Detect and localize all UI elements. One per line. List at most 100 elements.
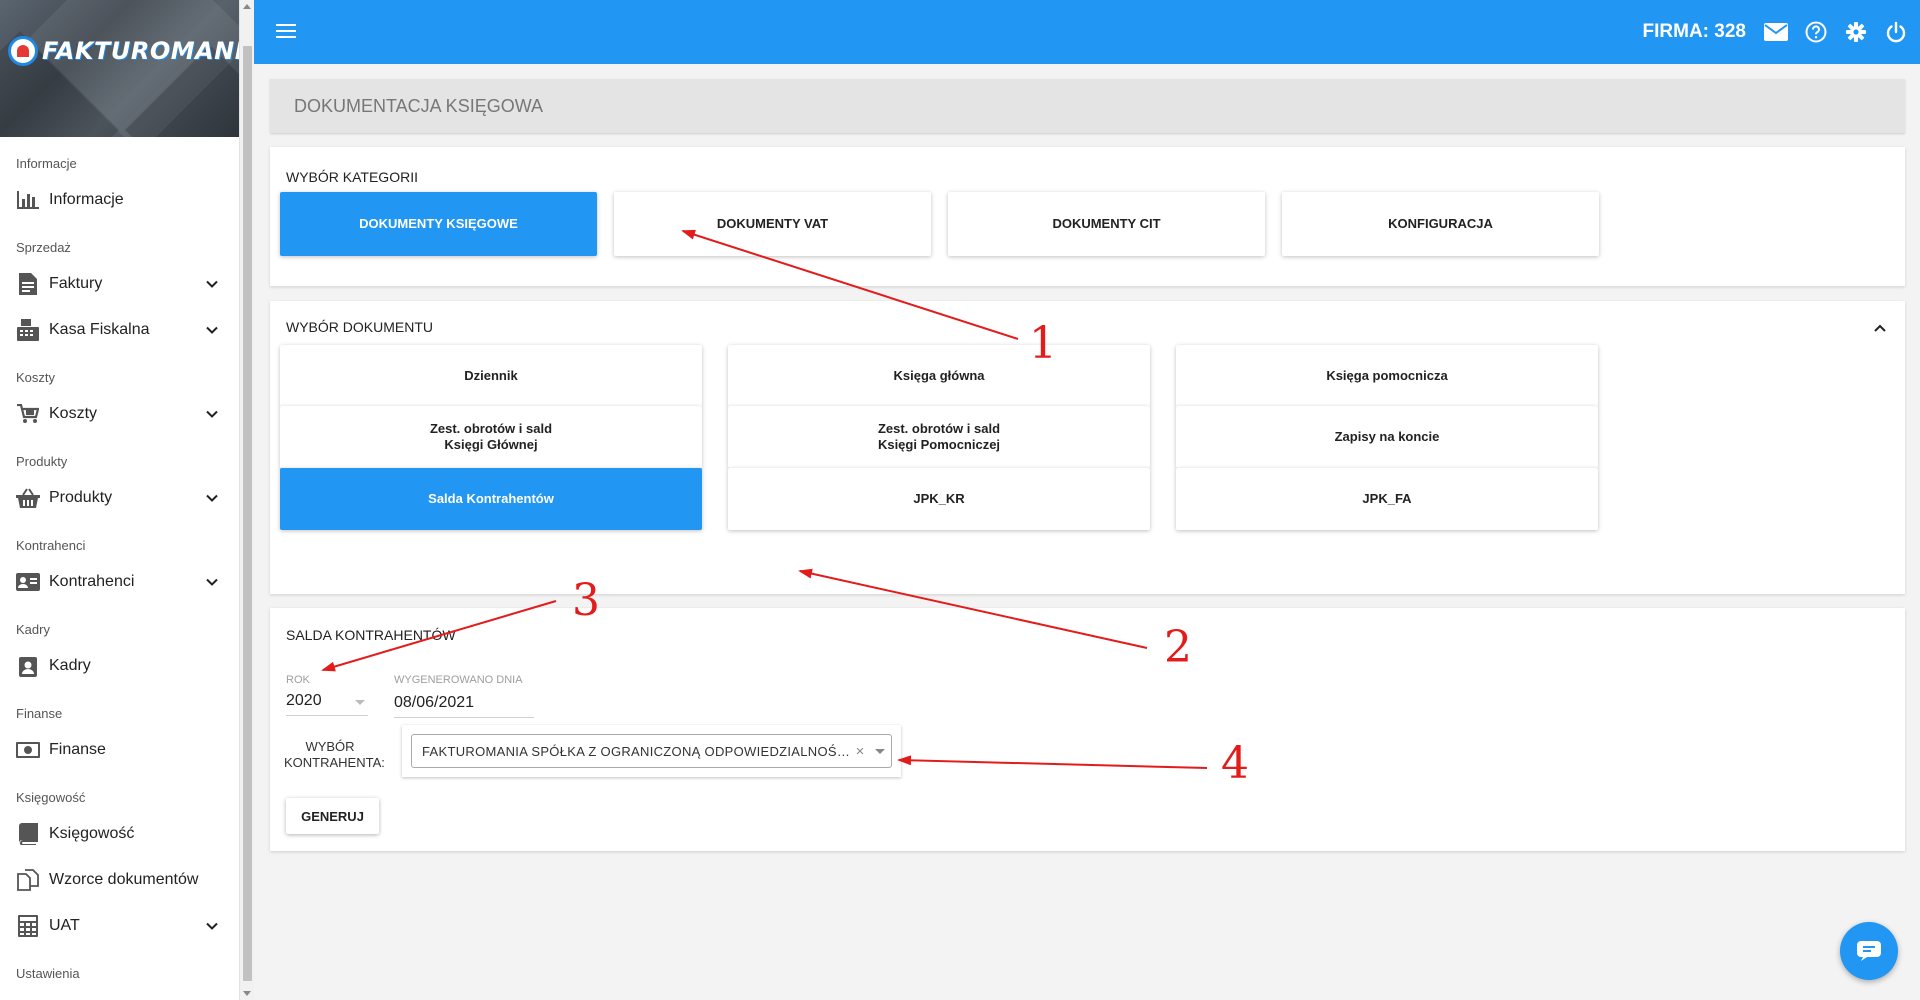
page-title: DOKUMENTACJA KSIĘGOWA [270,79,1905,133]
calculator-icon [15,915,41,937]
category-card: WYBÓR KATEGORII DOKUMENTY KSIĘGOWE DOKUME… [270,147,1905,286]
chevron-down-icon[interactable] [205,575,219,589]
logo-banner: FAKTUROMANIA [0,0,239,137]
generated-date-underline [394,717,534,718]
logo-text: FAKTUROMANIA [42,37,239,65]
annotation-number-3: 3 [572,575,600,626]
sidebar-item-label: Księgowość [49,825,135,842]
sidebar-scrollbar[interactable] [239,0,254,1000]
sidebar-item-label: Koszty [49,405,98,422]
scroll-up-arrow-icon[interactable] [243,4,251,9]
money-icon [15,739,41,761]
sidebar-item-faktury[interactable]: Faktury [0,261,239,307]
sidebar-section-informacje: Informacje [16,156,77,171]
gear-icon[interactable] [1842,18,1870,46]
sidebar-section-finanse: Finanse [16,706,63,721]
book-icon [15,823,41,845]
sidebar-item-finanse[interactable]: Finanse [0,727,239,773]
sidebar-section-koszty: Koszty [16,370,56,385]
company-indicator: FIRMA: 328 [1642,21,1746,42]
category-tile-konfiguracja[interactable]: KONFIGURACJA [1282,192,1599,256]
logo[interactable]: FAKTUROMANIA [8,36,239,66]
chat-widget-button[interactable] [1840,922,1898,980]
contractor-select[interactable]: FAKTUROMANIA SPÓŁKA Z OGRANICZONĄ ODPOWI… [411,734,892,768]
year-label: ROK [286,674,310,686]
sidebar-item-label: UAT [49,917,80,934]
document-tile-zest-obrotow-i-sald-ksiegi-pomocniczej[interactable]: Zest. obrotów i sald Księgi Pomocniczej [728,406,1150,468]
document-tile-jpk-kr[interactable]: JPK_KR [728,468,1150,530]
chevron-up-icon[interactable] [1873,321,1887,335]
chevron-down-icon[interactable] [205,277,219,291]
year-select[interactable]: 2020 [286,692,322,710]
help-icon[interactable] [1802,18,1830,46]
sidebar-item-informacje[interactable]: Informacje [0,177,239,223]
mail-icon[interactable] [1762,18,1790,46]
sidebar-item-label: Informacje [49,191,124,208]
contractor-select-value: FAKTUROMANIA SPÓŁKA Z OGRANICZONĄ ODPOWI… [422,743,851,759]
chevron-down-icon[interactable] [205,491,219,505]
chevron-down-icon[interactable] [355,700,365,705]
document-card-title: WYBÓR DOKUMENTU [286,319,433,335]
category-tile-dokumenty-vat[interactable]: DOKUMENTY VAT [614,192,931,256]
chevron-down-icon[interactable] [205,407,219,421]
scroll-down-arrow-icon[interactable] [243,991,251,996]
chat-bubble-icon [1857,941,1881,961]
sidebar-nav: Informacje Informacje Sprzedaż Faktury Kasa … [0,137,239,1000]
sidebar-section-ksiegowosc: Księgowość [16,790,86,805]
person-badge-icon [15,655,41,677]
sidebar-item-kasa-fiskalna[interactable]: Kasa Fiskalna [0,307,239,353]
generated-date-field[interactable]: 08/06/2021 [394,694,474,712]
sidebar-item-wzorce-dokumentow[interactable]: Wzorce dokumentów [0,857,239,903]
sidebar-item-koszty[interactable]: Koszty [0,391,239,437]
chevron-down-icon[interactable] [205,919,219,933]
sidebar-section-produkty: Produkty [16,454,68,469]
contractor-select-wrapper: FAKTUROMANIA SPÓŁKA Z OGRANICZONĄ ODPOWI… [402,725,901,777]
sidebar-item-label: Wzorce dokumentów [49,871,199,888]
category-tile-dokumenty-ksiegowe[interactable]: DOKUMENTY KSIĘGOWE [280,192,597,256]
generate-button[interactable]: GENERUJ [286,798,379,834]
sidebar-item-ustawienia[interactable]: Ustawienia [0,987,239,1000]
menu-icon[interactable] [276,22,296,40]
sidebar-item-label: Kontrahenci [49,573,135,590]
category-tile-dokumenty-cit[interactable]: DOKUMENTY CIT [948,192,1265,256]
sidebar-section-kontrahenci: Kontrahenci [16,538,86,553]
logo-mark-icon [8,36,38,66]
document-tile-ksiega-glowna[interactable]: Księga główna [728,345,1150,407]
document-tile-dziennik[interactable]: Dziennik [280,345,702,407]
document-tile-salda-kontrahentow[interactable]: Salda Kontrahentów [280,468,702,530]
sidebar-item-kadry[interactable]: Kadry [0,643,239,689]
document-tile-ksiega-pomocnicza[interactable]: Księga pomocnicza [1176,345,1598,407]
basket-icon [15,487,41,509]
sidebar: FAKTUROMANIA Informacje Informacje Sprzeda… [0,0,239,1000]
power-icon[interactable] [1882,18,1910,46]
document-icon [15,273,41,295]
sidebar-item-ksiegowosc[interactable]: Księgowość [0,811,239,857]
top-bar: FIRMA: 328 [254,0,1920,64]
document-tile-zest-obrotow-i-sald-ksiegi-glownej[interactable]: Zest. obrotów i sald Księgi Głównej [280,406,702,468]
sidebar-item-uat[interactable]: UAT [0,903,239,949]
copy-icon [15,869,41,891]
bar-chart-icon [15,189,41,211]
year-underline [286,715,368,716]
annotation-number-1: 1 [1029,318,1057,369]
document-card: WYBÓR DOKUMENTU Dziennik Księga główna Ksi… [270,301,1905,594]
clear-icon[interactable]: × [851,743,869,760]
document-tile-zapisy-na-koncie[interactable]: Zapisy na koncie [1176,406,1598,468]
scroll-thumb[interactable] [243,46,252,981]
generated-date-label: WYGENEROWANO DNIA [394,674,523,686]
sidebar-section-ustawienia: Ustawienia [16,966,80,981]
sidebar-item-produkty[interactable]: Produkty [0,475,239,521]
report-card-title: SALDA KONTRAHENTÓW [286,627,456,643]
sidebar-item-kontrahenci[interactable]: Kontrahenci [0,559,239,605]
sidebar-section-kadry: Kadry [16,622,50,637]
main-content: DOKUMENTACJA KSIĘGOWA WYBÓR KATEGORII DO… [270,79,1905,851]
chevron-down-icon[interactable] [869,748,891,754]
sidebar-item-label: Produkty [49,489,113,506]
contractor-label: WYBÓR KONTRAHENTA: [284,739,385,770]
chevron-down-icon[interactable] [205,323,219,337]
document-tile-jpk-fa[interactable]: JPK_FA [1176,468,1598,530]
annotation-number-2: 2 [1164,622,1192,673]
report-card: SALDA KONTRAHENTÓW ROK 2020 WYGENEROWANO… [270,608,1905,851]
sidebar-item-label: Finanse [49,741,106,758]
sidebar-item-label: Kasa Fiskalna [49,321,150,338]
